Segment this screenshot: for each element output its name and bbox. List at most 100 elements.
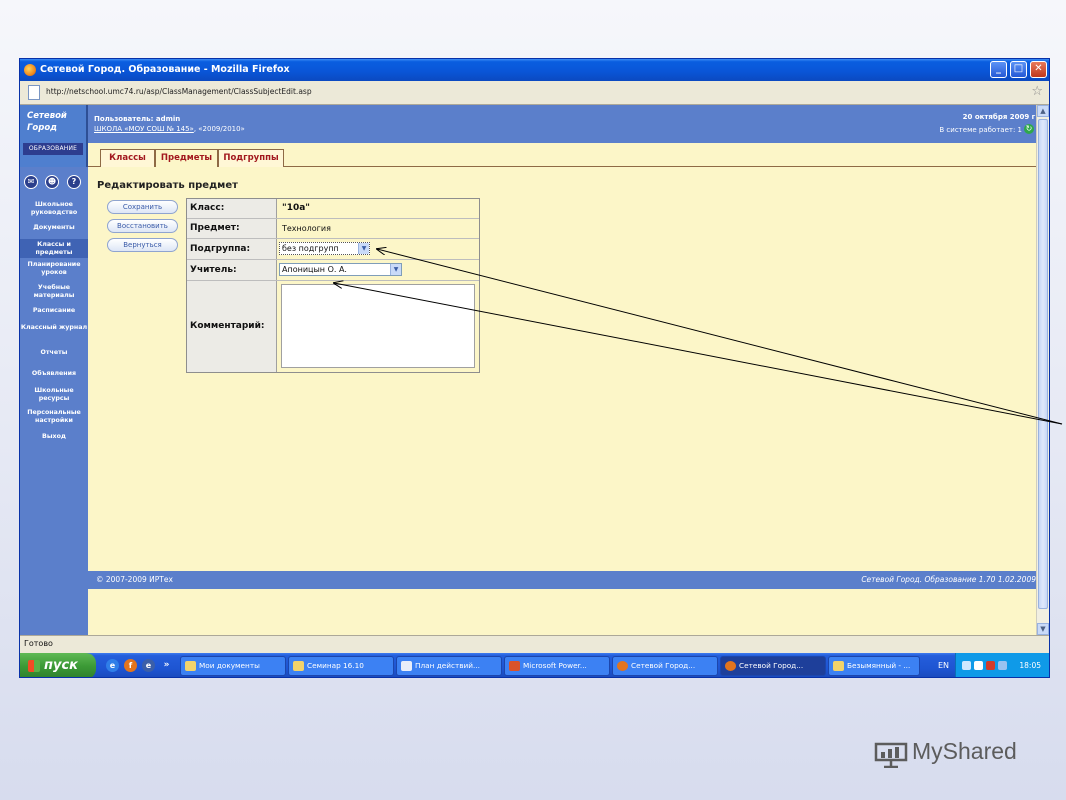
chevron-down-icon[interactable]: ▼ (390, 264, 401, 275)
paint-icon (833, 661, 844, 671)
school-year: , «2009/2010» (193, 125, 245, 133)
word-icon (401, 661, 412, 671)
task-my-documents[interactable]: Мои документы (180, 656, 286, 676)
teacher-label: Учитель: (187, 260, 277, 280)
maximize-button[interactable]: □ (1010, 61, 1027, 78)
minimize-button[interactable]: _ (990, 61, 1007, 78)
sidebar-item-lesson-planning[interactable]: Планирование уроков (20, 261, 88, 276)
form-row-subject: Предмет: Технология (187, 219, 479, 239)
school-info: ШКОЛА «МОУ СОШ № 145», «2009/2010» (94, 125, 245, 133)
address-bar: http://netschool.umc74.ru/asp/ClassManag… (20, 81, 1049, 105)
page-content: Сетевой Город ОБРАЗОВАНИЕ Пользователь: … (20, 105, 1038, 635)
subject-value: Технология (282, 224, 331, 233)
task-label: Мои документы (199, 661, 260, 670)
online-count: В системе работает: 1 (939, 126, 1022, 134)
firefox-icon (617, 661, 628, 671)
users-icon[interactable]: ☻ (45, 175, 59, 189)
task-label: Microsoft Power... (523, 661, 587, 670)
save-button[interactable]: Сохранить (107, 200, 178, 214)
help-icon[interactable]: ? (67, 175, 81, 189)
mail-icon[interactable] (974, 661, 983, 670)
powerpoint-icon (509, 661, 520, 671)
page-title: Редактировать предмет (97, 180, 238, 191)
firefox-icon (24, 64, 36, 76)
page-footer: © 2007-2009 ИРТех Сетевой Город. Образов… (88, 571, 1038, 589)
task-powerpoint[interactable]: Microsoft Power... (504, 656, 610, 676)
task-label: Семинар 16.10 (307, 661, 364, 670)
title-bar[interactable]: Сетевой Город. Образование - Mozilla Fir… (20, 59, 1049, 81)
ie-icon[interactable]: e (106, 659, 119, 672)
site-logo[interactable]: Сетевой Город ОБРАЗОВАНИЕ (20, 105, 88, 167)
subgroup-select[interactable]: без подгрупп ▼ (279, 242, 370, 255)
brand-name: MyShared (912, 738, 1017, 764)
sidebar-item-reports[interactable]: Отчеты (20, 349, 88, 357)
myshared-watermark: MyShared (874, 736, 1034, 776)
windows-flag-icon (28, 660, 40, 672)
language-indicator[interactable]: EN (938, 653, 949, 677)
folder-icon (293, 661, 304, 671)
scroll-down-icon[interactable]: ▼ (1037, 623, 1049, 635)
sidebar-item-materials[interactable]: Учебные материалы (20, 284, 88, 299)
taskbar: пуск e f e » Мои документы Семинар 16.10… (20, 653, 1049, 677)
volume-icon[interactable] (998, 661, 1007, 670)
version-info: Сетевой Город. Образование 1.70 1.02.200… (861, 575, 1036, 584)
vertical-scrollbar[interactable]: ▲ ▼ (1036, 105, 1049, 635)
browser-window: Сетевой Город. Образование - Mozilla Fir… (19, 58, 1050, 678)
sidebar-item-school-management[interactable]: Школьное руководство (20, 201, 88, 216)
start-label: пуск (44, 658, 78, 673)
school-link[interactable]: ШКОЛА «МОУ СОШ № 145» (94, 125, 194, 133)
teacher-selected: Апоницын О. А. (282, 265, 347, 274)
form-row-teacher: Учитель: Апоницын О. А. ▼ (187, 260, 479, 281)
sidebar-item-announcements[interactable]: Объявления (20, 370, 88, 378)
scroll-up-icon[interactable]: ▲ (1037, 105, 1049, 117)
sidebar-item-school-resources[interactable]: Школьные ресурсы (20, 387, 88, 402)
page-header: Пользователь: admin ШКОЛА «МОУ СОШ № 145… (88, 105, 1038, 143)
antivirus-icon[interactable] (986, 661, 995, 670)
subgroup-selected: без подгрупп (282, 244, 339, 253)
form-row-comment: Комментарий: (187, 281, 479, 372)
task-label: Сетевой Город... (739, 661, 804, 670)
sidebar-item-classes-subjects[interactable]: Классы и предметы (20, 239, 88, 258)
logo-line-3: ОБРАЗОВАНИЕ (23, 143, 83, 155)
url-field[interactable]: http://netschool.umc74.ru/asp/ClassManag… (46, 87, 312, 96)
restore-button[interactable]: Восстановить (107, 219, 178, 233)
form-row-class: Класс: "10а" (187, 199, 479, 219)
comment-textarea[interactable] (281, 284, 475, 368)
tab-subgroups[interactable]: Подгруппы (218, 149, 284, 167)
firefox-icon[interactable]: f (124, 659, 137, 672)
presentation-board-icon (874, 742, 908, 768)
window-title: Сетевой Город. Образование - Mozilla Fir… (40, 64, 290, 75)
firefox-icon (725, 661, 736, 671)
task-action-plan[interactable]: План действий... (396, 656, 502, 676)
more-quicklaunch-icon[interactable]: » (160, 659, 173, 672)
sidebar: ✉ ☻ ? Школьное руководство Документы Кла… (20, 167, 88, 635)
task-seminar[interactable]: Семинар 16.10 (288, 656, 394, 676)
task-network-city-1[interactable]: Сетевой Город... (612, 656, 718, 676)
mail-icon[interactable]: ✉ (24, 175, 38, 189)
sidebar-item-documents[interactable]: Документы (20, 224, 88, 232)
task-untitled-paint[interactable]: Безымянный - ... (828, 656, 920, 676)
system-tray: EN 18:05 (938, 653, 1049, 677)
folder-icon (185, 661, 196, 671)
bookmark-star-icon[interactable]: ☆ (1031, 84, 1043, 99)
network-icon[interactable] (962, 661, 971, 670)
sidebar-item-personal-settings[interactable]: Персональные настройки (20, 409, 88, 424)
refresh-icon[interactable]: ↻ (1024, 124, 1034, 134)
sidebar-item-class-journal[interactable]: Классный журнал (20, 324, 88, 332)
back-button[interactable]: Вернуться (107, 238, 178, 252)
tab-subjects[interactable]: Предметы (155, 149, 218, 167)
close-button[interactable]: ✕ (1030, 61, 1047, 78)
chevron-down-icon[interactable]: ▼ (358, 243, 369, 254)
teacher-select[interactable]: Апоницын О. А. ▼ (279, 263, 402, 276)
logo-line-1: Сетевой (27, 111, 67, 121)
subject-edit-form: Класс: "10а" Предмет: Технология Подгруп… (186, 198, 480, 373)
scroll-thumb[interactable] (1038, 119, 1048, 609)
task-network-city-2[interactable]: Сетевой Город... (720, 656, 826, 676)
ie-quicklaunch-icon[interactable]: e (142, 659, 155, 672)
sidebar-item-schedule[interactable]: Расписание (20, 307, 88, 315)
sidebar-item-exit[interactable]: Выход (20, 433, 88, 441)
task-label: План действий... (415, 661, 480, 670)
start-button[interactable]: пуск (20, 653, 96, 677)
current-date: 20 октября 2009 г. (962, 113, 1038, 121)
tab-classes[interactable]: Классы (100, 149, 155, 167)
